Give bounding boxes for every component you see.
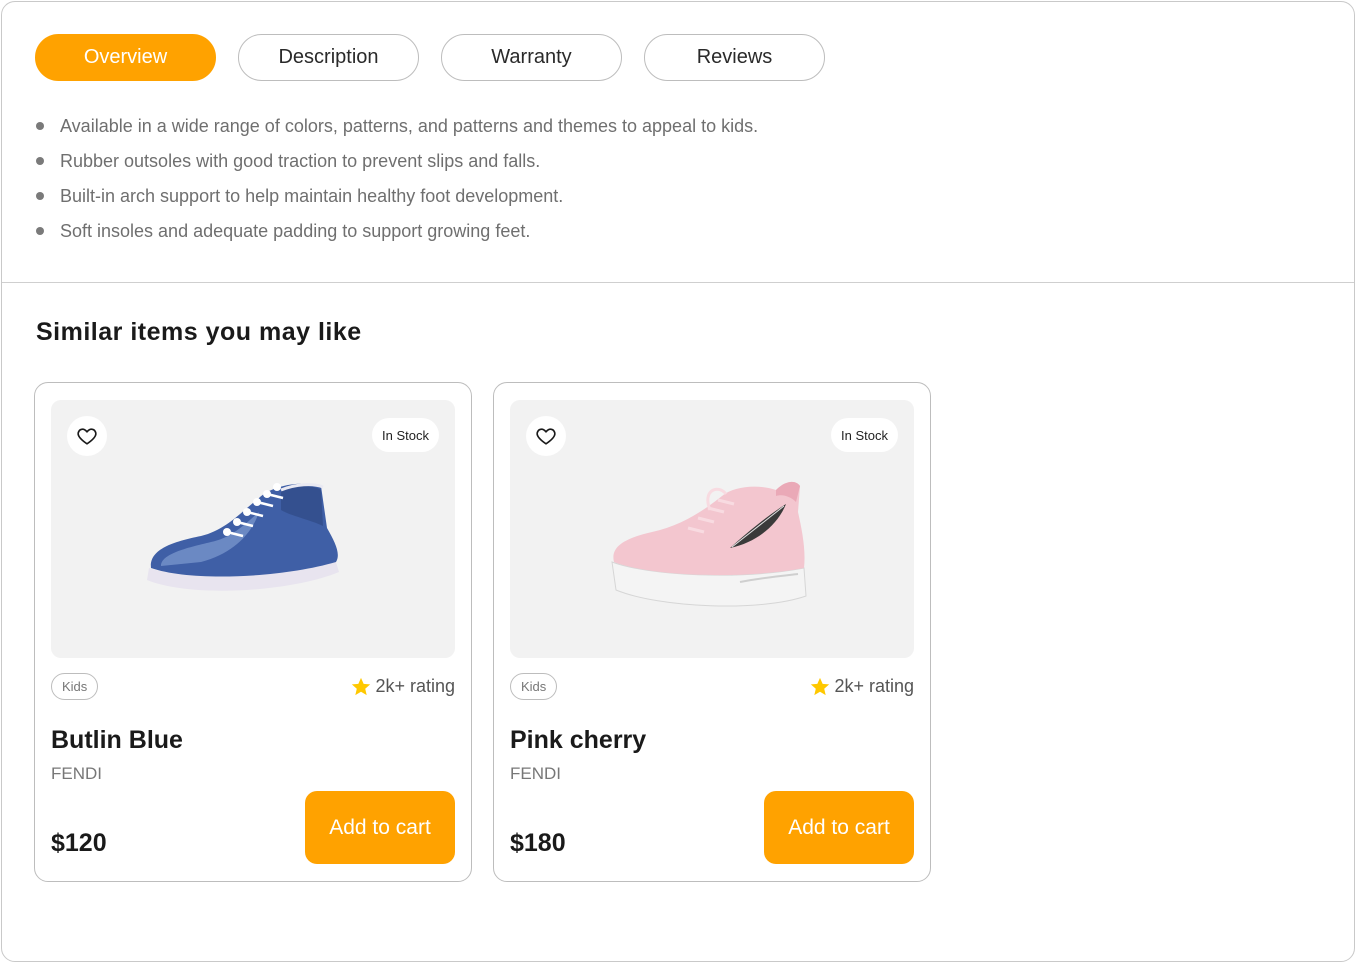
- similar-items-title: Similar items you may like: [36, 318, 362, 346]
- product-brand: FENDI: [51, 764, 102, 783]
- rating: 2k+ rating: [350, 673, 455, 700]
- product-name[interactable]: Pink cherry: [510, 726, 646, 755]
- list-item-text: Built-in arch support to help maintain h…: [60, 186, 564, 206]
- list-item: Built-in arch support to help maintain h…: [36, 184, 758, 219]
- product-brand: FENDI: [510, 764, 561, 783]
- wishlist-button[interactable]: [526, 416, 566, 456]
- tab-overview[interactable]: Overview: [35, 34, 216, 81]
- bullet-icon: [36, 157, 44, 165]
- bullet-icon: [36, 227, 44, 235]
- star-icon: [352, 677, 371, 695]
- stock-badge: In Stock: [372, 418, 439, 452]
- heart-icon: [536, 428, 556, 445]
- product-details-panel: Overview Description Warranty Reviews Av…: [1, 1, 1355, 962]
- tab-warranty[interactable]: Warranty: [441, 34, 622, 81]
- product-price: $120: [51, 829, 107, 857]
- tab-reviews[interactable]: Reviews: [644, 34, 825, 81]
- blue-sneaker-image: [147, 483, 339, 591]
- product-card[interactable]: In Stock Kids 2k+ rating Pink cherry FEN…: [493, 382, 931, 882]
- tab-description[interactable]: Description: [238, 34, 419, 81]
- list-item-text: Rubber outsoles with good traction to pr…: [60, 151, 541, 171]
- add-to-cart-button[interactable]: Add to cart: [305, 791, 455, 864]
- section-divider: [2, 282, 1354, 283]
- list-item-text: Available in a wide range of colors, pat…: [60, 116, 759, 136]
- list-item: Available in a wide range of colors, pat…: [36, 114, 758, 149]
- stock-badge: In Stock: [831, 418, 898, 452]
- rating-text: 2k+ rating: [375, 676, 455, 696]
- bullet-icon: [36, 192, 44, 200]
- list-item: Rubber outsoles with good traction to pr…: [36, 149, 758, 184]
- add-to-cart-button[interactable]: Add to cart: [764, 791, 914, 864]
- list-item-text: Soft insoles and adequate padding to sup…: [60, 221, 531, 241]
- pink-sneaker-image: [611, 481, 807, 607]
- heart-icon: [77, 428, 97, 445]
- category-tag: Kids: [510, 673, 558, 700]
- product-price: $180: [510, 829, 566, 857]
- overview-list: Available in a wide range of colors, pat…: [36, 114, 758, 254]
- product-image-area: In Stock: [51, 400, 455, 658]
- product-card[interactable]: In Stock Kids 2k+ rating Butlin Blue FEN…: [34, 382, 472, 882]
- wishlist-button[interactable]: [67, 416, 107, 456]
- tab-bar: Overview Description Warranty Reviews: [35, 34, 825, 81]
- star-icon: [811, 677, 830, 695]
- list-item: Soft insoles and adequate padding to sup…: [36, 219, 758, 254]
- rating-text: 2k+ rating: [834, 676, 914, 696]
- bullet-icon: [36, 122, 44, 130]
- rating: 2k+ rating: [809, 673, 914, 700]
- category-tag: Kids: [51, 673, 99, 700]
- product-name[interactable]: Butlin Blue: [51, 726, 183, 755]
- product-image-area: In Stock: [510, 400, 914, 658]
